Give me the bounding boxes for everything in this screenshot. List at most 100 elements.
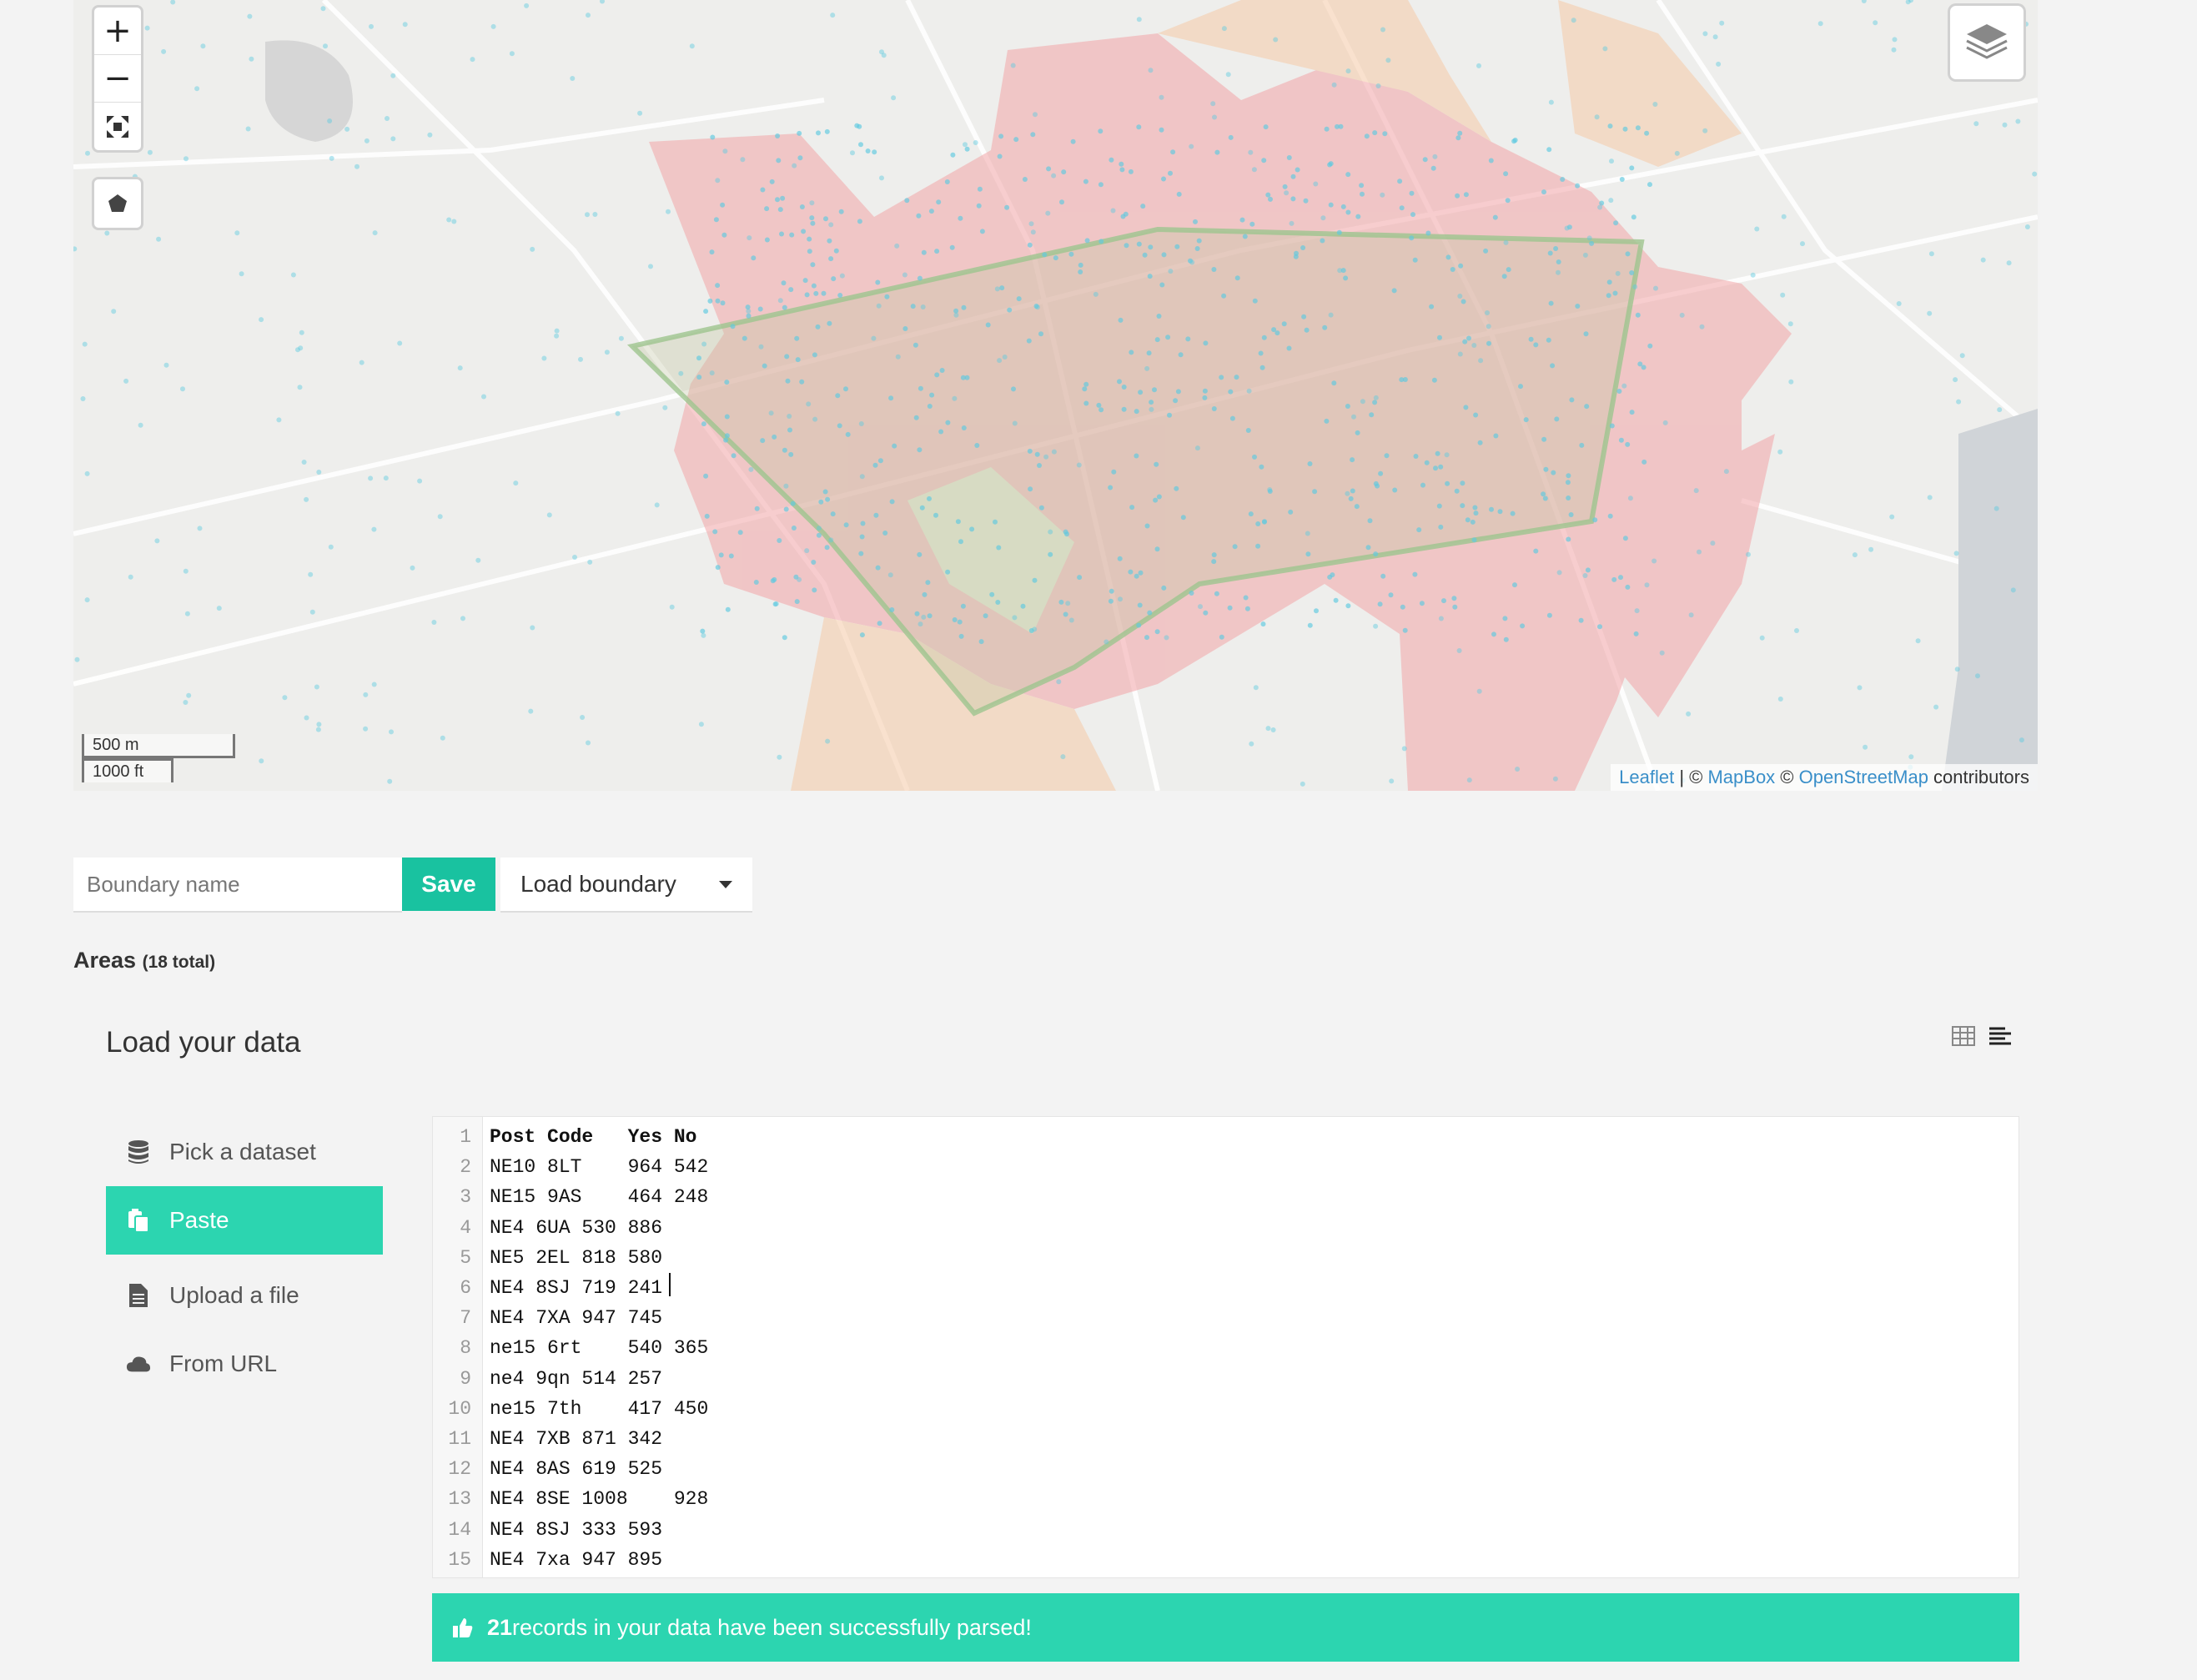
map-point: [200, 43, 206, 49]
map-point: [904, 198, 910, 204]
map-point: [768, 410, 774, 416]
map-point: [858, 421, 864, 426]
zoom-control: + −: [92, 5, 143, 153]
map-point: [1032, 626, 1038, 632]
map-tiles: [73, 0, 2038, 791]
map-point: [751, 255, 757, 261]
map-point: [821, 290, 827, 296]
nav-paste[interactable]: Paste: [106, 1186, 383, 1255]
map-point: [1547, 250, 1553, 256]
map-point: [1402, 377, 1408, 382]
map-point: [1350, 488, 1355, 494]
map-point: [783, 483, 789, 489]
map-point: [790, 500, 796, 506]
map-point: [1255, 521, 1261, 526]
map-point: [1454, 488, 1460, 494]
map-point: [1034, 451, 1040, 457]
map-point: [703, 309, 709, 314]
save-boundary-button[interactable]: Save: [402, 858, 495, 911]
map-point: [1975, 673, 1980, 679]
map-point: [1037, 463, 1042, 468]
map-point: [871, 335, 877, 341]
nav-pick-dataset[interactable]: Pick a dataset: [106, 1118, 383, 1186]
map-point: [928, 209, 934, 214]
map-point: [999, 285, 1005, 291]
map-point: [787, 427, 792, 433]
map-point: [1483, 248, 1489, 254]
map-point: [304, 715, 309, 721]
map-point: [1373, 395, 1379, 400]
map-point: [1084, 238, 1090, 244]
draw-polygon-button[interactable]: [92, 177, 143, 230]
map-point: [1473, 412, 1479, 418]
nav-upload-file[interactable]: Upload a file: [106, 1261, 383, 1330]
paste-editor[interactable]: 1 Post Code Yes No 2 NE10 8LT 964 542 3 NE15…: [432, 1116, 2019, 1578]
mapbox-link[interactable]: MapBox: [1707, 767, 1775, 787]
load-boundary-select[interactable]: Load boundary: [500, 858, 752, 913]
map-view[interactable]: + − 500 m 1000 ft Leaflet | © MapBox © O…: [73, 0, 2038, 791]
map-point: [1351, 414, 1356, 420]
map-point: [773, 601, 779, 606]
map-point: [1118, 317, 1124, 323]
map-point: [1082, 386, 1088, 392]
map-point: [1051, 449, 1057, 455]
line-text: NE15 9AS 464 248: [490, 1186, 709, 1209]
map-point: [1167, 412, 1172, 418]
map-point: [1219, 375, 1224, 380]
map-point: [1083, 179, 1088, 184]
map-point: [1392, 487, 1398, 493]
layers-button[interactable]: [1948, 3, 2026, 82]
fullscreen-button[interactable]: [94, 103, 141, 150]
map-point: [1486, 324, 1491, 329]
map-point: [994, 286, 1000, 292]
map-point: [1953, 551, 1959, 556]
scale-metric: 500 m: [82, 734, 235, 758]
editor-line: 10 ne15 7th 417 450: [433, 1394, 708, 1424]
zoom-out-button[interactable]: −: [94, 55, 141, 103]
map-point: [730, 324, 736, 329]
map-point: [1554, 416, 1560, 422]
nav-from-url[interactable]: From URL: [106, 1330, 383, 1398]
text-view-icon[interactable]: [1988, 1026, 2012, 1046]
map-point: [1794, 628, 1799, 633]
map-point: [1322, 324, 1328, 330]
leaflet-link[interactable]: Leaflet: [1619, 767, 1674, 787]
map-point: [1505, 198, 1511, 204]
boundary-name-input[interactable]: [73, 858, 402, 913]
map-point: [910, 304, 916, 309]
nav-label: Upload a file: [169, 1282, 299, 1308]
map-point: [1615, 270, 1621, 276]
map-point: [1355, 214, 1361, 219]
map-point: [696, 355, 701, 361]
map-point: [1652, 102, 1658, 107]
map-point: [1618, 437, 1624, 443]
line-number: 4: [460, 1216, 471, 1239]
map-point: [1048, 529, 1053, 535]
map-point: [1956, 399, 1962, 405]
map-point: [1578, 617, 1584, 623]
map-point: [183, 568, 189, 574]
map-point: [1136, 622, 1142, 628]
table-view-icon[interactable]: [1952, 1026, 1975, 1046]
map-point: [873, 512, 879, 518]
map-point: [958, 633, 964, 639]
osm-link[interactable]: OpenStreetMap: [1799, 767, 1928, 787]
map-point: [648, 264, 653, 269]
map-point: [913, 415, 919, 420]
attribution-separator: ©: [1775, 767, 1799, 787]
line-number: 2: [460, 1156, 471, 1179]
map-point: [1652, 558, 1657, 564]
map-point: [1117, 379, 1122, 385]
map-point: [1203, 340, 1209, 346]
map-point: [1136, 241, 1142, 247]
map-point: [1305, 531, 1310, 536]
map-point: [363, 726, 369, 732]
map-point: [884, 294, 890, 299]
map-point: [383, 475, 389, 481]
zoom-in-button[interactable]: +: [94, 8, 141, 55]
map-point: [1699, 324, 1705, 329]
map-point: [704, 513, 710, 519]
map-point: [1460, 299, 1466, 304]
map-point: [1478, 358, 1484, 364]
map-point: [1304, 327, 1310, 333]
